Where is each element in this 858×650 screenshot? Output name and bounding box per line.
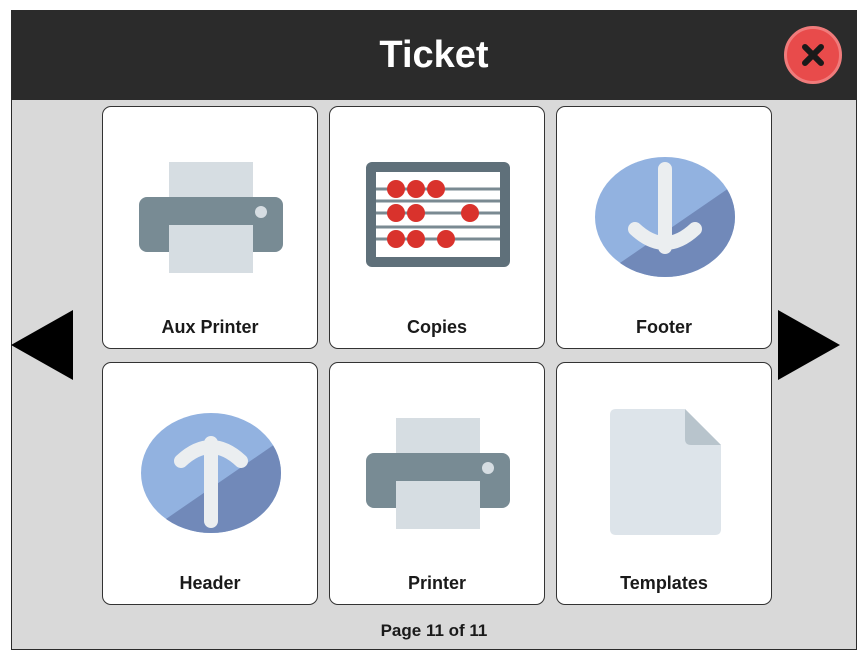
tile-label: Printer bbox=[407, 573, 467, 593]
tile-label: Footer bbox=[636, 317, 692, 337]
page-indicator: Page 11 of 11 bbox=[380, 621, 488, 640]
tile-label: Aux Printer bbox=[161, 317, 259, 337]
close-icon bbox=[802, 44, 824, 66]
tile-label: Copies bbox=[406, 317, 467, 337]
previous-page-button[interactable] bbox=[11, 310, 73, 380]
tile-label: Templates bbox=[620, 573, 708, 593]
arrow-left-icon bbox=[11, 310, 73, 380]
next-page-button[interactable] bbox=[778, 310, 840, 380]
tile-templates[interactable]: Templates bbox=[556, 362, 772, 605]
arrow-up-icon bbox=[141, 413, 281, 533]
tile-copies[interactable]: Copies bbox=[329, 106, 545, 349]
printer-icon bbox=[139, 162, 283, 273]
close-button[interactable] bbox=[784, 26, 842, 84]
title-bar: Ticket bbox=[12, 11, 856, 100]
printer-icon bbox=[366, 418, 510, 529]
arrow-down-icon bbox=[595, 157, 735, 277]
ticket-dialog: Ticket Aux Printer Copies Footer Header … bbox=[11, 10, 857, 650]
arrow-right-icon bbox=[778, 310, 840, 380]
tile-printer[interactable]: Printer bbox=[329, 362, 545, 605]
tile-footer[interactable]: Footer bbox=[556, 106, 772, 349]
tile-aux-printer[interactable]: Aux Printer bbox=[102, 106, 318, 349]
dialog-title: Ticket bbox=[379, 34, 489, 76]
tile-header[interactable]: Header bbox=[102, 362, 318, 605]
abacus-icon bbox=[366, 162, 510, 267]
tile-label: Header bbox=[179, 573, 241, 593]
document-icon bbox=[610, 409, 721, 535]
